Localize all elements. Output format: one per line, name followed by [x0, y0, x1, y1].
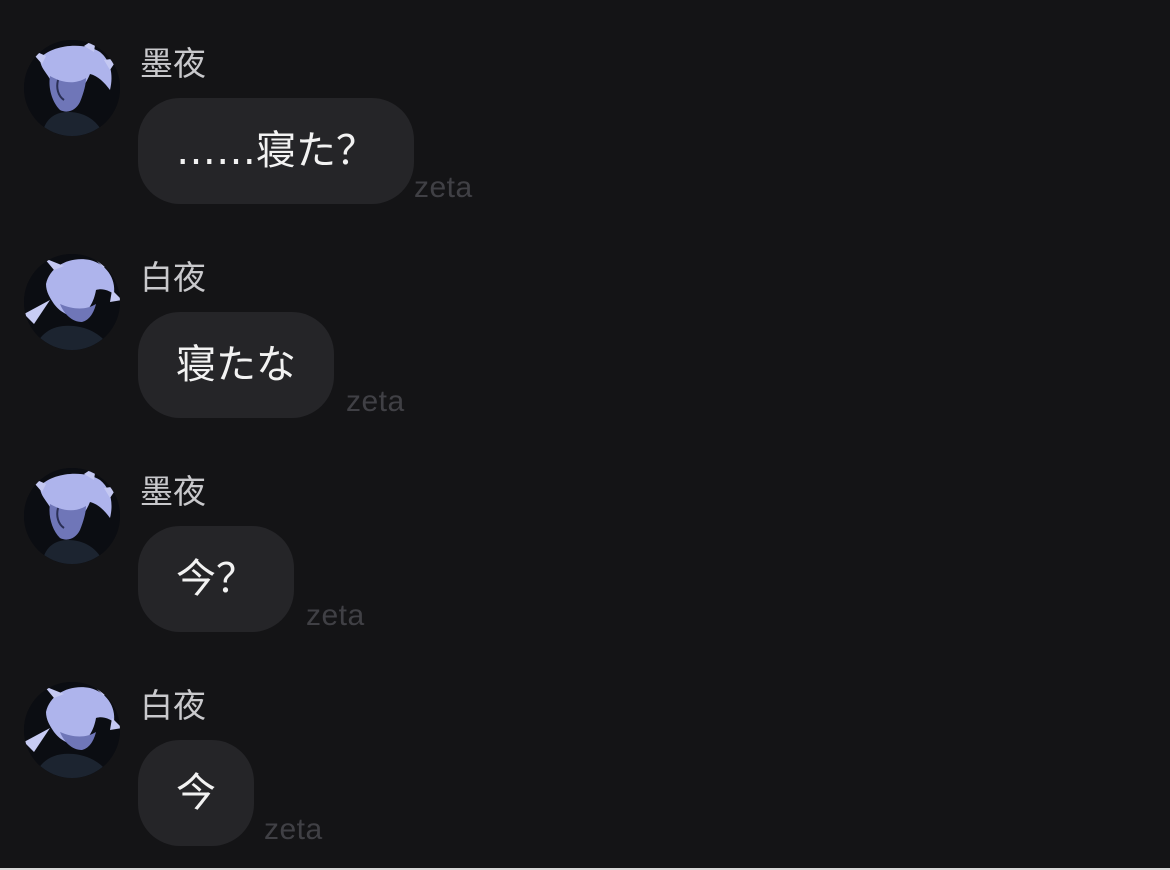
message-text: 今？ — [176, 556, 256, 602]
watermark-text: zeta — [306, 599, 365, 632]
watermark-text: zeta — [414, 171, 473, 204]
message-text: 寝たな — [176, 342, 296, 388]
message-bubble[interactable]: 今 — [138, 740, 254, 846]
watermark-text: zeta — [346, 385, 405, 418]
message-row: 白夜 寝たな zeta — [0, 214, 1170, 428]
message-text: ……寝た？ — [176, 128, 376, 174]
profile-left-avatar-icon — [24, 468, 120, 564]
chat-thread[interactable]: 墨夜 ……寝た？ zeta 白夜 寝たな zeta 墨夜 今？ zeta 白夜 … — [0, 0, 1170, 870]
message-bubble[interactable]: ……寝た？ — [138, 98, 414, 204]
head-down-avatar-icon — [24, 254, 120, 350]
watermark-text: zeta — [264, 813, 323, 846]
avatar[interactable] — [24, 254, 120, 350]
sender-name: 墨夜 — [140, 472, 206, 511]
sender-name: 白夜 — [140, 258, 206, 297]
head-down-avatar-icon — [24, 682, 120, 778]
message-row: 墨夜 ……寝た？ zeta — [0, 0, 1170, 214]
sender-name: 白夜 — [140, 686, 206, 725]
avatar[interactable] — [24, 682, 120, 778]
message-row: 墨夜 今？ zeta — [0, 428, 1170, 642]
avatar[interactable] — [24, 40, 120, 136]
message-bubble[interactable]: 今？ — [138, 526, 294, 632]
message-text: 今 — [176, 770, 216, 816]
message-bubble[interactable]: 寝たな — [138, 312, 334, 418]
sender-name: 墨夜 — [140, 44, 206, 83]
avatar[interactable] — [24, 468, 120, 564]
profile-left-avatar-icon — [24, 40, 120, 136]
message-row: 白夜 今 zeta — [0, 642, 1170, 856]
